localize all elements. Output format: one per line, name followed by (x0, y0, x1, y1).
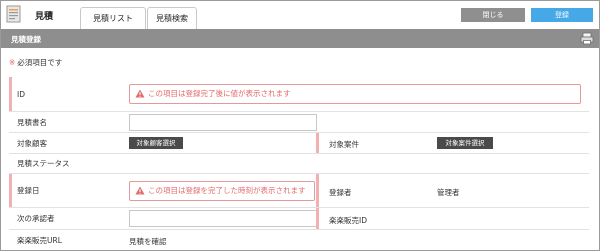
section-header: 見積登録 (1, 29, 599, 48)
warning-icon (135, 89, 145, 98)
registration-date-label: 登録日 (17, 186, 40, 195)
column-divider (316, 133, 319, 153)
row-id: ID この項目は登録完了後に値が表示されます (9, 77, 589, 112)
quote-name-input[interactable] (129, 114, 317, 131)
required-note-text: 必須項目です (17, 58, 63, 67)
tab-quote-search[interactable]: 見積検索 (147, 7, 197, 29)
quote-name-label: 見積書名 (17, 117, 47, 127)
next-approver-label: 次の承認者 (17, 214, 55, 223)
customer-label: 対象顧客 (17, 138, 47, 148)
tab-quote-list[interactable]: 見積リスト (80, 7, 146, 29)
row-quote-name: 見積書名 (9, 112, 589, 133)
row-approver: 次の承認者 楽楽販売ID (9, 208, 589, 230)
id-notice: この項目は登録完了後に値が表示されます (129, 84, 581, 104)
status-label: 見積ステータス (17, 159, 70, 168)
print-icon[interactable] (580, 32, 594, 45)
view-quote-link[interactable]: 見積を確認 (129, 236, 167, 247)
top-bar: 見積 見積リスト 見積検索 閉じる 登録 (1, 1, 599, 29)
select-customer-button[interactable]: 対象顧客選択 (129, 137, 183, 149)
close-button[interactable]: 閉じる (461, 8, 525, 22)
row-rakuraku-url: 楽楽販売URL 見積を確認 (9, 230, 589, 250)
rakuraku-url-label: 楽楽販売URL (17, 236, 62, 245)
app-title: 見積 (35, 12, 54, 22)
id-notice-text: この項目は登録完了後に値が表示されます (148, 89, 291, 98)
registration-date-notice: この項目は登録を完了した時刻が表示されます (129, 181, 315, 201)
required-mark: ※ (9, 58, 16, 67)
quote-form-window: 見積 見積リスト 見積検索 閉じる 登録 見積登録 ※ 必須項目です ID この項… (0, 0, 600, 251)
registrant-value: 管理者 (437, 188, 460, 197)
warning-icon (135, 186, 145, 195)
column-divider (316, 174, 319, 207)
case-label: 対象案件 (329, 140, 359, 149)
row-customer-case: 対象顧客 対象顧客選択 対象案件 対象案件選択 (9, 133, 589, 154)
select-case-button[interactable]: 対象案件選択 (437, 137, 493, 149)
row-registration: 登録日 この項目は登録を完了した時刻が表示されます 登録者 管理者 (9, 174, 589, 208)
section-title: 見積登録 (11, 35, 41, 44)
rakuraku-id-label: 楽楽販売ID (329, 216, 367, 225)
row-status: 見積ステータス (9, 154, 589, 174)
registrant-label: 登録者 (329, 188, 352, 197)
next-approver-input[interactable] (129, 210, 317, 227)
required-note: ※ 必須項目です (9, 57, 62, 68)
quote-app-icon (6, 5, 21, 23)
column-divider (316, 208, 319, 229)
id-label: ID (17, 89, 25, 99)
register-button[interactable]: 登録 (531, 8, 593, 22)
registration-date-notice-text: この項目は登録を完了した時刻が表示されます (148, 186, 306, 195)
